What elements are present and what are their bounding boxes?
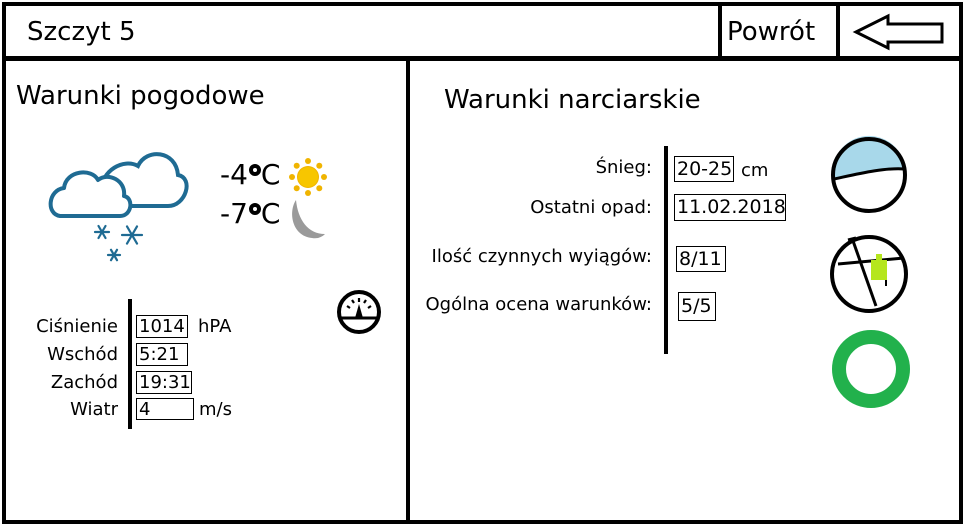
page-title: Szczyt 5 <box>27 17 136 47</box>
temp-day: -4 C <box>220 158 280 191</box>
ski-lift-icon <box>830 235 908 313</box>
lifts-value: 8/11 <box>676 246 726 272</box>
wind-value: 4 <box>136 398 194 420</box>
temp-night: -7 C <box>220 197 280 230</box>
degree-icon <box>248 203 261 215</box>
sunset-label: Zachód <box>50 372 118 393</box>
temp-day-unit: C <box>260 158 281 191</box>
rating-label: Ogólna ocena warunków: <box>425 294 652 315</box>
snow-value: 20-25 <box>674 156 734 182</box>
temp-day-value: -4 <box>220 158 248 191</box>
sunrise-label: Wschód <box>47 344 118 365</box>
back-button-label: Powrót <box>727 17 816 47</box>
weather-heading: Warunki pogodowe <box>16 81 265 111</box>
pressure-label: Ciśnienie <box>36 316 118 337</box>
rating-value: 5/5 <box>678 292 716 321</box>
moon-icon <box>292 200 325 239</box>
last-snowfall-value: 11.02.2018 <box>674 194 786 221</box>
weather-divider <box>128 299 132 429</box>
snow-depth-icon <box>831 135 907 213</box>
wind-label: Wiatr <box>70 399 118 420</box>
wind-unit: m/s <box>199 399 232 420</box>
gauge-icon <box>337 290 381 334</box>
ski-heading: Warunki narciarskie <box>444 85 701 115</box>
pressure-unit: hPA <box>198 316 232 337</box>
back-arrow-button[interactable] <box>836 2 963 60</box>
last-snowfall-label: Ostatni opad: <box>530 197 652 218</box>
back-button[interactable]: Powrót <box>718 2 840 60</box>
temp-night-value: -7 <box>220 197 248 230</box>
header-bar: Szczyt 5 <box>2 2 722 60</box>
temp-night-unit: C <box>260 197 281 230</box>
pressure-value: 1014 <box>136 315 188 338</box>
sun-icon <box>289 158 327 196</box>
cloud-snow-icon <box>48 152 189 262</box>
snow-label: Śnieg: <box>595 157 652 178</box>
snow-unit: cm <box>741 160 769 181</box>
degree-icon <box>248 164 261 176</box>
arrow-left-icon <box>852 13 944 51</box>
rating-ring-icon <box>832 330 910 408</box>
sunset-value: 19:31 <box>136 371 192 394</box>
lifts-label: Ilość czynnych wyiągów: <box>431 246 652 267</box>
sunrise-value: 5:21 <box>136 343 188 366</box>
ski-divider <box>664 146 668 354</box>
